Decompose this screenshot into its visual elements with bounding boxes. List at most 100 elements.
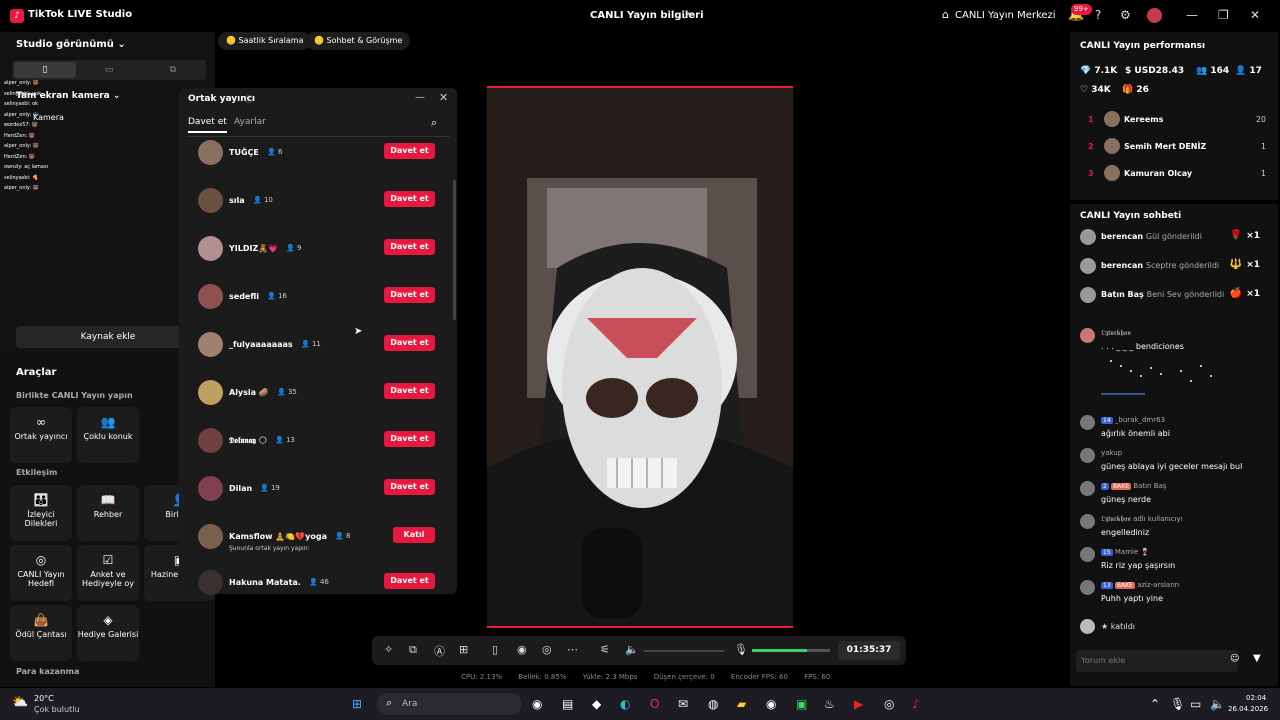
invite-button[interactable]: Davet et xyxy=(384,287,435,303)
obs-icon[interactable]: ◎ xyxy=(884,697,894,711)
avatar xyxy=(1080,229,1096,245)
poll-tool[interactable]: ☑ Anket ve Hediyeyle oy xyxy=(77,545,139,601)
microphone-icon[interactable]: 🎙 xyxy=(734,643,748,656)
dual-view-tab[interactable]: ⧉ xyxy=(142,62,204,78)
filter-icon[interactable]: ▼ xyxy=(1253,653,1261,664)
teams-icon[interactable]: ◆ xyxy=(592,697,601,711)
youtube-icon[interactable]: ▶ xyxy=(854,697,863,711)
phone-icon[interactable]: ▯ xyxy=(492,643,498,656)
leaderboard-row[interactable]: 2 Semih Mert DENİZ 1 xyxy=(1080,138,1270,156)
camera-icon[interactable]: ◎ xyxy=(542,643,552,656)
record-icon[interactable]: ◉ xyxy=(517,643,527,656)
emoji-icon[interactable]: ☺ xyxy=(1230,654,1239,664)
windows-start-icon[interactable]: ⊞ xyxy=(352,697,362,711)
overlay-chat-line: wordex57: 🐻 xyxy=(4,122,39,128)
steam-icon[interactable]: ♨ xyxy=(824,697,835,711)
minimize-icon[interactable]: — xyxy=(1186,8,1198,22)
gift-message: berencan Sceptre gönderildi 🔱 ×1 xyxy=(1080,257,1270,277)
share-icon[interactable]: ↗ xyxy=(682,9,691,22)
more-icon[interactable]: ⋯ xyxy=(567,643,578,656)
screen-share-icon[interactable]: ⧉ xyxy=(409,643,417,657)
cohost-row: Alysia 🥔 👤 35 Davet et xyxy=(197,380,437,408)
message-text: engellediniz xyxy=(1101,528,1150,537)
chevron-up-icon[interactable]: ⌃ xyxy=(1150,697,1160,711)
chrome-icon[interactable]: ◉ xyxy=(532,697,542,711)
add-source-button[interactable]: Kaynak ekle xyxy=(16,326,200,348)
message-text: Puhh yaptı yine xyxy=(1101,594,1164,603)
live-center-button[interactable]: CANLI Yayın Merkezi xyxy=(955,10,1056,21)
message-user: yakup xyxy=(1101,449,1123,457)
avatar xyxy=(1080,328,1095,343)
join-button[interactable]: Katıl xyxy=(393,527,435,543)
performance-title: CANLI Yayın performansı xyxy=(1080,41,1206,51)
opera-icon[interactable]: O xyxy=(650,697,659,711)
leaderboard-row[interactable]: 1 Kereems 20 xyxy=(1080,111,1270,129)
magic-wand-icon[interactable]: ✧ xyxy=(384,643,393,656)
tab-invite[interactable]: Davet et xyxy=(188,117,227,133)
monitor-icon[interactable]: ▭ xyxy=(1190,697,1201,711)
avatar xyxy=(198,476,223,501)
tab-settings[interactable]: Ayarlar xyxy=(234,117,266,127)
prize-bag-tool[interactable]: 👜 Ödül Çantası xyxy=(10,605,72,661)
invite-button[interactable]: Davet et xyxy=(384,335,435,351)
chrome2-icon[interactable]: ◉ xyxy=(766,697,776,711)
gem-icon: ◈ xyxy=(103,613,113,627)
settings-sliders-icon[interactable]: ⚟ xyxy=(600,643,610,656)
invite-button[interactable]: Davet et xyxy=(384,573,435,589)
guide-tool[interactable]: 📖 Rehber xyxy=(77,485,139,541)
gear-icon[interactable]: ⚙ xyxy=(1120,8,1131,22)
avatar xyxy=(1080,258,1096,274)
cohost-tool[interactable]: ∞ Ortak yayıncı xyxy=(10,407,72,463)
hourly-ranking-chip[interactable]: 🪙 Saatlik Sıralama xyxy=(218,32,312,50)
cohost-row: YILDIZ🧸💗 👤 9 Davet et xyxy=(197,236,437,264)
close-icon[interactable]: ✕ xyxy=(439,91,448,104)
comment-input[interactable]: Yorum ekle xyxy=(1076,650,1238,672)
help-icon[interactable]: ? xyxy=(1095,8,1101,22)
fps-stat: FPS: 60 xyxy=(804,673,831,681)
speaker-icon[interactable]: 🔈 xyxy=(625,643,639,656)
mic-level-slider[interactable] xyxy=(752,649,830,652)
edge-icon[interactable]: ◐ xyxy=(620,697,630,711)
close-icon[interactable]: ✕ xyxy=(1250,8,1260,22)
app-icon[interactable]: ▣ xyxy=(796,697,807,711)
microphone-icon[interactable]: 🎙 xyxy=(1170,697,1185,711)
discord-icon[interactable]: ◍ xyxy=(708,697,718,711)
rank-value: 1 xyxy=(1260,142,1266,151)
mail-icon[interactable]: ✉ xyxy=(678,697,688,711)
viewer-wishes-tool[interactable]: 👪 İzleyici Dilekleri xyxy=(10,485,72,541)
performance-panel: CANLI Yayın performansı 💎 7.1K $ USD28.4… xyxy=(1070,32,1278,200)
invite-button[interactable]: Davet et xyxy=(384,431,435,447)
tiktok-icon[interactable]: ♪ xyxy=(912,697,920,711)
invite-button[interactable]: Davet et xyxy=(384,191,435,207)
landscape-view-tab[interactable]: ▭ xyxy=(78,62,140,78)
gift-message: berencan Gül gönderildi 🌹 ×1 xyxy=(1080,228,1270,248)
volume-slider[interactable] xyxy=(644,650,724,652)
speaker-icon[interactable]: 🔈 xyxy=(1210,697,1225,711)
minimize-icon[interactable]: — xyxy=(415,92,425,103)
folder-icon[interactable]: ▰ xyxy=(737,697,746,711)
info-icon[interactable]: ⓘ xyxy=(245,94,253,105)
host-sub: Şununla ortak yayın yapın: xyxy=(229,545,310,552)
live-goal-tool[interactable]: ◎ CANLI Yayın Hedefi xyxy=(10,545,72,601)
invite-button[interactable]: Davet et xyxy=(384,383,435,399)
store-icon[interactable]: ▤ xyxy=(562,697,573,711)
avatar xyxy=(198,570,223,595)
avatar[interactable] xyxy=(1147,8,1162,23)
search-icon[interactable]: ⌕ xyxy=(431,116,437,130)
gift-gallery-tool[interactable]: ◈ Hediye Galerisi xyxy=(77,605,139,661)
taskbar-search[interactable]: Ara xyxy=(377,693,522,715)
invite-button[interactable]: Davet et xyxy=(384,479,435,495)
ai-icon[interactable]: Ⓐ xyxy=(434,643,445,659)
invite-button[interactable]: Davet et xyxy=(384,143,435,159)
leaderboard-row[interactable]: 3 Kamuran Olcay 1 xyxy=(1080,165,1270,183)
invite-button[interactable]: Davet et xyxy=(384,239,435,255)
sticker-icon[interactable]: ⊞ xyxy=(459,643,468,656)
chat-call-chip[interactable]: 🪙 Sohbet & Görüşme xyxy=(306,32,411,50)
studio-view-dropdown[interactable]: Studio görünümü ⌄ xyxy=(16,39,126,50)
multi-guest-tool[interactable]: 👥 Çoklu konuk xyxy=(77,407,139,463)
level-badge: 2 xyxy=(1101,483,1109,490)
scrollbar[interactable] xyxy=(453,180,456,320)
maximize-icon[interactable]: ❐ xyxy=(1218,8,1229,22)
cpu-stat: CPU: 2.13% xyxy=(461,673,503,681)
portrait-view-tab[interactable]: ▯ xyxy=(14,62,76,78)
